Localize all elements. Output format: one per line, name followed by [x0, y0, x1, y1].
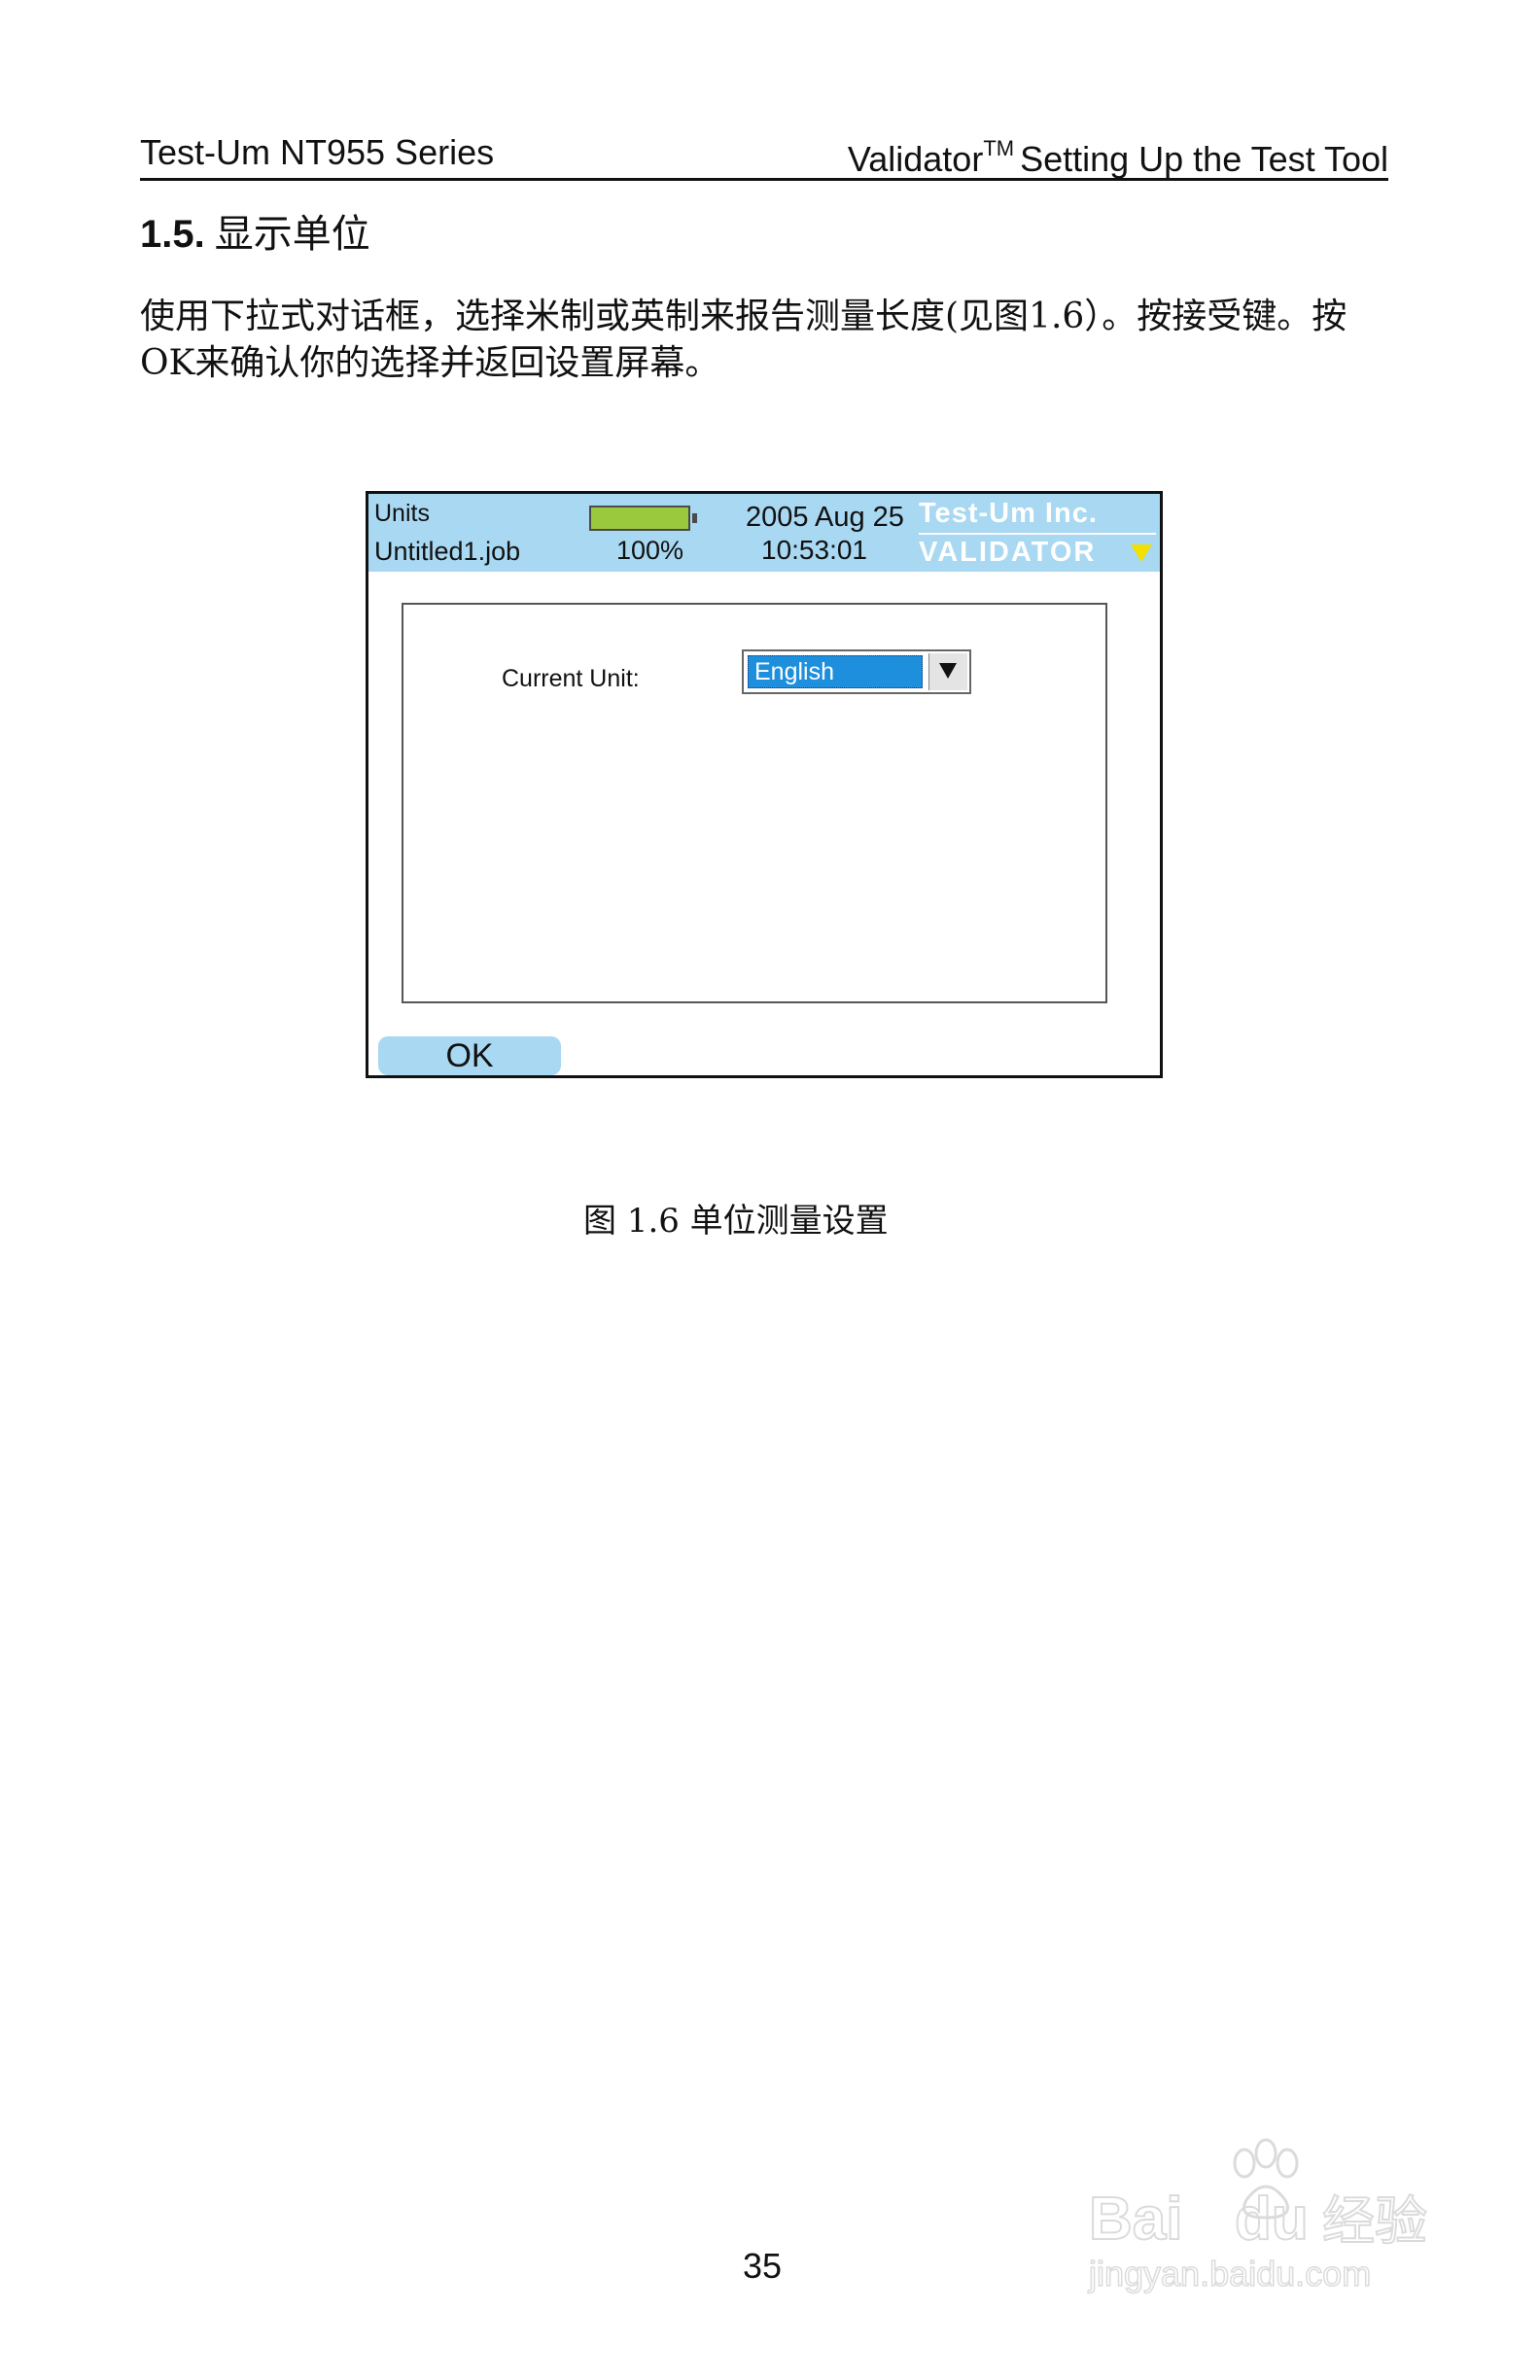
section-title: 显示单位: [214, 212, 370, 257]
svg-text:du: du: [1235, 2186, 1309, 2253]
header-rule: [140, 178, 1388, 181]
battery-icon: [589, 506, 690, 531]
body-paragraph: 使用下拉式对话框，选择米制或英制来报告测量长度(见图1.6）。按接受键。按OK来…: [140, 297, 1348, 383]
menu-arrow-icon[interactable]: [1131, 544, 1152, 562]
header-title: Setting Up the Test Tool: [1020, 139, 1388, 179]
brand-product: VALIDATOR: [919, 537, 1097, 568]
chevron-down-icon: [939, 663, 957, 679]
battery-percent: 100%: [616, 536, 684, 565]
current-unit-label: Current Unit:: [502, 665, 640, 692]
header-brand: Validator: [847, 139, 984, 179]
section-heading: 1.5. 显示单位: [140, 202, 370, 259]
page-number: 35: [743, 2246, 783, 2286]
trademark-mark: TM: [983, 136, 1015, 160]
svg-text:jingyan.baidu.com: jingyan.baidu.com: [1088, 2254, 1371, 2293]
brand-rule: [919, 533, 1156, 535]
job-file-name: Untitled1.job: [374, 537, 521, 566]
baidu-watermark-logo: Bai du 经验 jingyan.baidu.com: [1087, 2138, 1428, 2294]
battery-tip: [692, 513, 697, 523]
unit-dropdown-value[interactable]: English: [748, 655, 923, 688]
svg-text:经验: 经验: [1322, 2190, 1427, 2252]
figure-caption: 图 1.6 单位测量设置: [583, 1202, 889, 1241]
dropdown-button[interactable]: [928, 653, 967, 690]
device-screen: Units Untitled1.job 100% 2005 Aug 25 10:…: [366, 491, 1163, 1078]
running-header-left: Test-Um NT955 Series: [140, 132, 495, 172]
status-date: 2005 Aug 25: [746, 502, 904, 533]
status-time: 10:53:01: [761, 535, 867, 565]
svg-text:Bai: Bai: [1089, 2186, 1182, 2253]
unit-dropdown[interactable]: English: [742, 649, 971, 694]
brand-company: Test-Um Inc.: [919, 498, 1098, 529]
settings-panel: Current Unit: English: [402, 603, 1107, 1003]
ok-button[interactable]: OK: [378, 1036, 561, 1075]
section-number: 1.5.: [140, 213, 205, 256]
screen-name: Units: [374, 500, 430, 527]
running-header-right: ValidatorTM Setting Up the Test Tool: [848, 136, 1388, 180]
status-bar: Units Untitled1.job 100% 2005 Aug 25 10:…: [368, 494, 1160, 572]
